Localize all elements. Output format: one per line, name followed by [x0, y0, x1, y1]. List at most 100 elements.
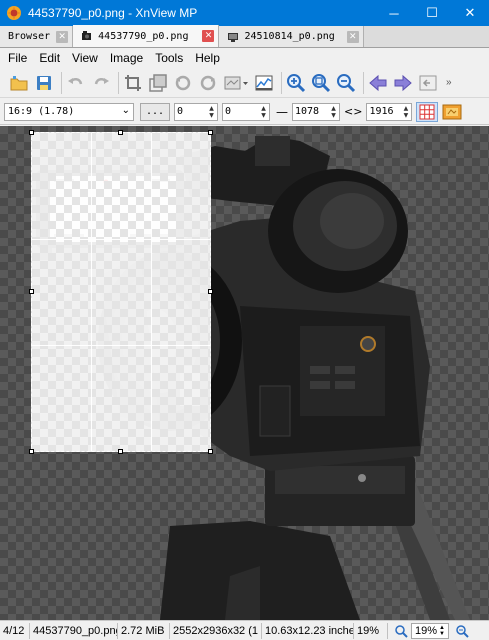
zoom-out-button[interactable] — [335, 72, 357, 94]
previous-button[interactable] — [367, 72, 389, 94]
levels-icon — [255, 75, 273, 90]
fullscreen-icon — [419, 75, 437, 90]
window-title: 44537790_p0.png - XnView MP — [28, 6, 198, 20]
ratio-more-button[interactable]: ... — [140, 102, 170, 121]
zoom-in-icon — [287, 73, 306, 92]
menu-view[interactable]: View — [66, 51, 104, 65]
tab-label: Browser — [8, 31, 51, 42]
crop-button[interactable] — [122, 72, 144, 94]
status-zoom: 19% — [354, 622, 388, 639]
previous-icon — [369, 74, 387, 91]
tab-label: 44537790_p0.png — [98, 30, 189, 42]
tab-close-icon[interactable]: ✕ — [346, 30, 359, 43]
status-index: 4/12 — [0, 622, 30, 639]
undo-button[interactable] — [65, 72, 87, 94]
crop-handle-bottom-right[interactable] — [208, 449, 213, 454]
menu-file[interactable]: File — [2, 51, 33, 65]
save-button[interactable] — [33, 72, 55, 94]
save-icon — [37, 75, 51, 90]
grid-line — [151, 133, 152, 451]
crop-height-value: 1916 — [369, 106, 394, 117]
grid-icon — [419, 104, 435, 119]
status-bar: 4/12 44537790_p0.png 2.72 MiB 2552x2936x… — [0, 620, 489, 640]
grid-line — [32, 239, 210, 240]
crop-width-value: 1078 — [295, 106, 320, 117]
rotate-right-button[interactable] — [197, 72, 219, 94]
menu-tools[interactable]: Tools — [149, 51, 189, 65]
fullscreen-button[interactable] — [417, 72, 439, 94]
crop-x-value: 0 — [177, 106, 184, 117]
tab-close-icon[interactable]: ✕ — [202, 30, 215, 42]
zoom-in-button[interactable] — [285, 72, 307, 94]
menu-bar: File Edit View Image Tools Help — [0, 48, 489, 68]
ratio-more-label: ... — [145, 106, 165, 117]
crop-selection[interactable] — [31, 132, 211, 452]
grid-line — [91, 133, 92, 451]
toolbar-separator — [363, 71, 364, 94]
crop-y-input[interactable]: 0 ▲ ▼ — [222, 102, 270, 121]
maximize-button[interactable]: ☐ — [413, 0, 451, 26]
adjust-icon — [224, 76, 248, 89]
zoom-fit-button[interactable] — [310, 72, 332, 94]
undo-icon — [68, 77, 83, 84]
tab-image-active[interactable]: 44537790_p0.png ✕ — [73, 25, 220, 47]
toolbar-overflow-icon[interactable]: » — [446, 77, 452, 88]
resize-button[interactable] — [147, 72, 169, 94]
open-folder-button[interactable] — [8, 72, 30, 94]
image-canvas[interactable] — [0, 126, 489, 620]
crop-handle-top-right[interactable] — [208, 130, 213, 135]
spin-arrows-icon[interactable]: ▲ ▼ — [259, 105, 268, 119]
rotate-left-button[interactable] — [172, 72, 194, 94]
menu-image[interactable]: Image — [104, 51, 149, 65]
zoom-out-icon — [337, 73, 356, 92]
tab-browser[interactable]: Browser ✕ — [0, 26, 74, 47]
crop-y-value: 0 — [225, 106, 232, 117]
zoom-fit-icon — [312, 73, 331, 92]
xnview-logo-icon — [7, 6, 21, 20]
dimension-separator: — — [276, 104, 288, 119]
toolbar-separator — [118, 71, 119, 94]
levels-button[interactable] — [253, 72, 275, 94]
apply-crop-button[interactable] — [441, 102, 463, 122]
zoom-icon[interactable] — [394, 624, 408, 638]
next-button[interactable] — [392, 72, 414, 94]
tab-close-icon[interactable]: ✕ — [56, 30, 69, 43]
rotate-left-icon — [175, 75, 191, 90]
crop-handle-left[interactable] — [29, 289, 34, 294]
redo-button[interactable] — [90, 72, 112, 94]
spin-arrows-icon[interactable]: ▲ ▼ — [401, 105, 410, 119]
zoom-select-value: 19% — [415, 624, 438, 637]
tab-image[interactable]: 24510814_p0.png ✕ — [219, 26, 364, 47]
crop-handle-top-left[interactable] — [29, 130, 34, 135]
chevron-down-icon: ⌄ — [121, 104, 130, 116]
close-button[interactable]: ✕ — [451, 0, 489, 26]
zoom-select[interactable]: 19% ▲ ▼ — [411, 622, 449, 639]
close-icon: ✕ — [464, 5, 476, 20]
crop-height-input[interactable]: 1916 ▲ ▼ — [366, 102, 413, 121]
menu-help[interactable]: Help — [189, 51, 226, 65]
crop-width-input[interactable]: 1078 ▲ ▼ — [292, 102, 340, 121]
status-print-size: 10.63x12.23 inche — [262, 622, 354, 639]
crop-handle-bottom[interactable] — [118, 449, 123, 454]
crop-handle-top[interactable] — [118, 130, 123, 135]
camera-thumbnail-icon — [82, 31, 92, 40]
minimize-button[interactable]: ─ — [375, 0, 413, 26]
next-icon — [394, 74, 412, 91]
menu-edit[interactable]: Edit — [33, 51, 66, 65]
tab-bar: Browser ✕ 44537790_p0.png ✕ 24510814_p0.… — [0, 25, 489, 48]
main-toolbar: » — [0, 68, 489, 98]
swap-dimensions-button[interactable]: <> — [344, 105, 362, 118]
tab-label: 24510814_p0.png — [244, 31, 335, 42]
maximize-icon: ☐ — [426, 5, 438, 20]
grid-toggle-button[interactable] — [416, 101, 439, 122]
zoom-out-small-icon[interactable] — [455, 624, 469, 638]
aspect-ratio-select[interactable]: 16:9 (1.78) ⌄ — [4, 102, 134, 121]
crop-handle-right[interactable] — [208, 289, 213, 294]
crop-handle-bottom-left[interactable] — [29, 449, 34, 454]
redo-icon — [94, 77, 109, 84]
toolbar-separator — [61, 71, 62, 94]
adjust-dropdown-button[interactable] — [222, 72, 250, 94]
spin-arrows-icon[interactable]: ▲ ▼ — [207, 105, 216, 119]
spin-arrows-icon[interactable]: ▲ ▼ — [329, 105, 338, 119]
crop-x-input[interactable]: 0 ▲ ▼ — [174, 102, 218, 121]
